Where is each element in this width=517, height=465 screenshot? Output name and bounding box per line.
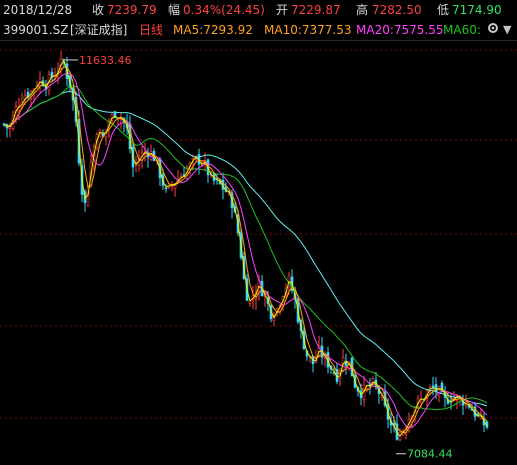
close-label: 收 [92,3,105,17]
close-value: 7239.79 [107,3,157,17]
min-price-label: 7084.44 [407,448,453,461]
change-label: 幅 [168,3,181,17]
ma20-label: MA20:7575.55 [356,23,444,37]
ma5-line [3,59,488,437]
period-label[interactable]: 日线 [139,20,163,40]
moving-averages [3,59,488,437]
max-price-label: 11633.46 [79,54,132,67]
candle-down [164,187,168,190]
ma60-label: MA60: [443,23,481,37]
candle-down [434,384,438,392]
ma120-line [3,91,488,407]
ma5-label: MA5:7293.92 [173,23,253,37]
open-label: 开 [276,3,289,17]
ma60-line [3,85,488,411]
triangle-down-icon[interactable]: ▼ [503,20,511,40]
change-value: 0.34%(24.45) [183,3,265,17]
quote-bar: 2018/12/28 收 7239.79 幅 0.34%(24.45) 开 72… [0,0,517,20]
open-value: 7229.87 [291,3,341,17]
ma10-label: MA10:7377.53 [264,23,352,37]
low-value: 7174.90 [452,3,502,17]
candlestick-chart: 11633.46 7084.44 [0,49,517,461]
index-name: [深证成指] [70,23,128,37]
high-label: 高 [356,3,369,17]
high-value: 7282.50 [372,3,422,17]
index-code: 399001.SZ [3,23,69,37]
indicator-bar: 399001.SZ [深证成指] 日线 MA5:7293.92 MA10:737… [0,20,517,41]
low-label: 低 [437,3,450,17]
quote-date: 2018/12/28 [3,3,73,17]
gear-icon[interactable] [487,22,499,34]
